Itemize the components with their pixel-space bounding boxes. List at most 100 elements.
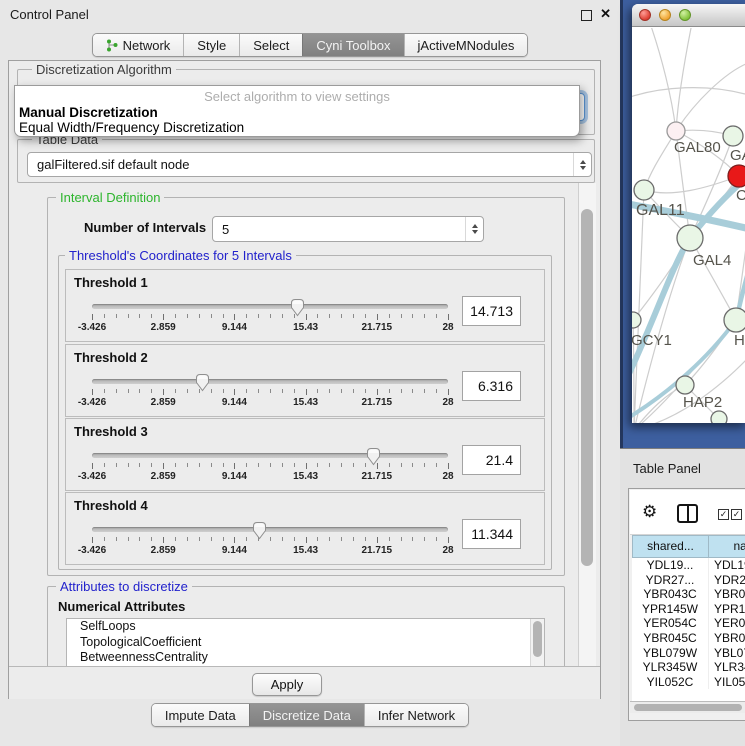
zoom-traffic-light-icon[interactable] [679,9,691,21]
numerical-attributes-list[interactable]: SelfLoopsTopologicalCoefficientBetweenne… [66,618,545,666]
cell[interactable]: YBR045C [709,631,745,646]
attribute-item-topologicalcoefficient[interactable]: TopologicalCoefficient [67,635,544,651]
attribute-item-betweennesscentrality[interactable]: BetweennessCentrality [67,650,544,666]
cell[interactable]: YER054C [632,616,709,631]
tab-select[interactable]: Select [239,34,302,56]
list-scrollbar[interactable] [530,619,544,666]
node-h[interactable] [724,308,745,332]
close-traffic-light-icon[interactable] [639,9,651,21]
cell[interactable]: YBR043C [632,587,709,602]
table-row[interactable]: YPR145WYPR145W [632,602,745,617]
table-row[interactable]: YIL052CYIL052C [632,675,745,690]
node-gal4[interactable] [677,225,703,251]
threshold-slider[interactable]: -3.4262.8599.14415.4321.71528 [92,373,448,413]
node-gcy1[interactable] [632,312,641,328]
edge[interactable] [644,176,739,193]
node-unlabeled[interactable] [711,411,727,423]
cell[interactable]: YBR043C [709,587,745,602]
column-header-shared-[interactable]: shared... [632,535,709,558]
threshold-label: Threshold 1 [74,275,148,290]
table-row[interactable]: YER054CYER054C [632,616,745,631]
table-data-combobox[interactable]: galFiltered.sif default node [27,152,592,177]
slider-ticks [92,537,448,544]
cell[interactable]: YPR145W [709,602,745,617]
table-row[interactable]: YDR27...YDR27... [632,573,745,588]
table-row[interactable]: YBL079WYBL079W [632,646,745,661]
node-hap2[interactable] [676,376,694,394]
tab-network[interactable]: Network [93,34,184,56]
tab-jactivemnodules[interactable]: jActiveMNodules [404,34,528,56]
threshold-slider[interactable]: -3.4262.8599.14415.4321.71528 [92,298,448,338]
minimize-traffic-light-icon[interactable] [659,9,671,21]
interval-definition-title: Interval Definition [56,190,164,205]
tab-impute-data[interactable]: Impute Data [152,704,249,726]
checkbox-icon[interactable]: ✓ [731,509,742,520]
threshold-value-input[interactable] [462,519,521,549]
threshold-value-input[interactable] [462,371,521,401]
columns-icon[interactable] [677,504,698,523]
edge[interactable] [690,238,736,320]
tick-label: -3.426 [78,397,106,408]
edge[interactable] [676,28,692,131]
algorithm-option-manual-discretization[interactable]: Manual Discretization [15,105,579,120]
table-horizontal-scrollbar[interactable] [630,701,745,713]
threshold-slider[interactable]: -3.4262.8599.14415.4321.71528 [92,447,448,487]
table-row[interactable]: YDL19...YDL19... [632,558,745,573]
cell[interactable]: YBL079W [632,646,709,661]
apply-button[interactable]: Apply [252,673,322,696]
cell[interactable]: YPR145W [632,602,709,617]
tab-label: jActiveMNodules [418,38,515,53]
cell[interactable]: YBL079W [709,646,745,661]
tab-label: Network [123,38,171,53]
table-row[interactable]: YBR043CYBR043C [632,587,745,602]
cell[interactable]: YLR345W [709,660,745,675]
threshold-value-input[interactable] [462,445,521,475]
threshold-value-input[interactable] [462,296,521,326]
algorithm-option-equal-width-frequency-discretization[interactable]: Equal Width/Frequency Discretization [15,120,579,135]
cell[interactable]: YDR27... [632,573,709,588]
edge[interactable] [634,190,644,423]
tab-cyni-toolbox[interactable]: Cyni Toolbox [302,34,403,56]
tab-infer-network[interactable]: Infer Network [364,704,468,726]
table-row[interactable]: YLR345WYLR345W [632,660,745,675]
tab-discretize-data[interactable]: Discretize Data [249,704,364,726]
cell[interactable]: YLR345W [632,660,709,675]
apply-bar: Apply [9,666,600,699]
slider-track[interactable] [92,453,448,458]
number-of-intervals-combobox[interactable]: 5 [212,216,484,242]
table-row[interactable]: YBR045CYBR045C [632,631,745,646]
slider-track[interactable] [92,304,448,309]
cell[interactable]: YDL19... [709,558,745,573]
settings-scrollbar[interactable] [578,183,596,666]
cell[interactable]: YBR045C [632,631,709,646]
column-header-name[interactable]: name [709,535,745,558]
edge[interactable] [676,63,745,131]
gear-icon[interactable]: ⚙ [642,503,657,520]
slider-track[interactable] [92,527,448,532]
close-icon[interactable]: ✕ [600,6,611,22]
node-ga[interactable] [723,126,743,146]
cell[interactable]: YER054C [709,616,745,631]
node-gal80[interactable] [667,122,685,140]
dropdown-hint: Select algorithm to view settings [15,89,579,104]
cell[interactable]: YDL19... [632,558,709,573]
threshold-slider[interactable]: -3.4262.8599.14415.4321.71528 [92,521,448,561]
threshold-label: Threshold 2 [74,350,148,365]
cell[interactable]: YIL052C [632,675,709,690]
node-c[interactable] [728,165,745,187]
cell[interactable]: YDR27... [709,573,745,588]
float-window-icon[interactable] [581,10,592,21]
node-gal11[interactable] [634,180,654,200]
checkbox-icon[interactable]: ✓ [718,509,729,520]
slider-track[interactable] [92,379,448,384]
panel-title: Control Panel [10,7,89,22]
edge[interactable] [650,28,676,131]
tick-label: 28 [442,322,453,333]
edge[interactable] [632,88,745,98]
tab-style[interactable]: Style [183,34,239,56]
attribute-item-selfloops[interactable]: SelfLoops [67,619,544,635]
cell[interactable]: YIL052C [709,675,745,690]
network-canvas[interactable]: GAL80GACGAL11GAL4GCY1HHAP2 [632,28,745,423]
tick-label: 15.43 [293,397,318,408]
tick-label: 21.715 [362,397,393,408]
